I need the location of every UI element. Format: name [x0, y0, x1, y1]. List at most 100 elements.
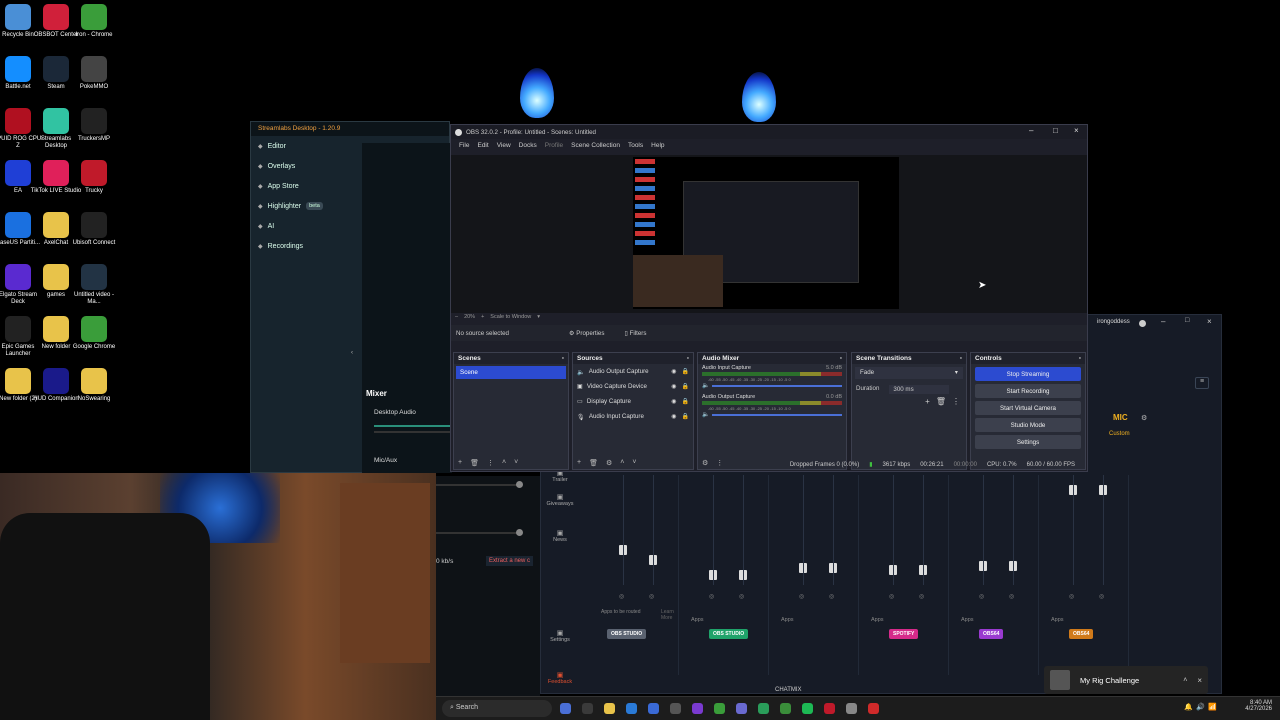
- properties-button[interactable]: ⚙ Properties: [569, 330, 604, 337]
- undock-icon[interactable]: ▫: [687, 355, 689, 362]
- app-tag[interactable]: OBS64: [979, 629, 1004, 639]
- speaker-icon[interactable]: 🔈: [702, 382, 709, 389]
- taskbar-app-icon[interactable]: [868, 703, 879, 714]
- taskbar-app-icon[interactable]: [802, 703, 813, 714]
- taskbar-app-icon[interactable]: [648, 703, 659, 714]
- desktop-shortcut[interactable]: Google Chrome: [68, 316, 120, 351]
- minimize-button[interactable]: –: [1029, 126, 1033, 135]
- taskbar-app-icon[interactable]: [758, 703, 769, 714]
- source-item[interactable]: 🔈 Audio Output Capture ◉ 🔒: [573, 364, 693, 379]
- control-button[interactable]: Settings: [975, 435, 1081, 449]
- app-tag[interactable]: OBS STUDIO: [607, 629, 647, 639]
- desktop-shortcut[interactable]: PokeMMO: [68, 56, 120, 91]
- mixer-side-item[interactable]: ▣ Giveaways: [541, 493, 579, 507]
- link-icon[interactable]: ◎: [979, 593, 984, 600]
- taskbar-app-icon[interactable]: [560, 703, 571, 714]
- menu-item[interactable]: Profile: [545, 142, 563, 150]
- link-icon[interactable]: ◎: [739, 593, 744, 600]
- menu-icon[interactable]: ≡: [1195, 377, 1209, 389]
- taskbar-search[interactable]: ⌕ Search: [442, 700, 552, 717]
- menu-item[interactable]: Help: [651, 142, 664, 150]
- link-icon[interactable]: ◎: [709, 593, 714, 600]
- desktop-shortcut[interactable]: TruckersMP: [68, 108, 120, 143]
- eye-icon[interactable]: ◉: [671, 368, 676, 375]
- control-button[interactable]: Start Recording: [975, 384, 1081, 398]
- link-icon[interactable]: ◎: [919, 593, 924, 600]
- volume-knob[interactable]: [516, 481, 523, 488]
- mixer-side-item[interactable]: ▣ Feedback: [541, 671, 579, 685]
- link-icon[interactable]: ◎: [1069, 593, 1074, 600]
- volume-slider[interactable]: [436, 532, 520, 534]
- link-icon[interactable]: ◎: [1099, 593, 1104, 600]
- collapse-icon[interactable]: ‹: [351, 350, 353, 356]
- source-item[interactable]: ▣ Video Capture Device ◉ 🔒: [573, 379, 693, 394]
- mixer-side-item[interactable]: ▣ News: [541, 529, 579, 543]
- desktop-audio-slider[interactable]: [374, 431, 450, 433]
- mixer-side-item[interactable]: ▣ Settings: [541, 629, 579, 643]
- speaker-icon[interactable]: 🔈: [702, 411, 709, 418]
- lock-icon[interactable]: 🔒: [682, 368, 689, 375]
- desktop-shortcut[interactable]: Iron - Chrome: [68, 4, 120, 39]
- zoom-in-icon[interactable]: +: [481, 314, 484, 320]
- notification-toast[interactable]: My Rig Challenge ˄ ×: [1044, 666, 1208, 694]
- app-tag[interactable]: SPOTIFY: [889, 629, 919, 639]
- more-icon[interactable]: ⋮: [952, 397, 960, 406]
- source-item[interactable]: 🎙 Audio Input Capture ◉ 🔒: [573, 409, 693, 424]
- source-item[interactable]: ▭ Display Capture ◉ 🔒: [573, 394, 693, 409]
- app-tag[interactable]: OBS64: [1069, 629, 1094, 639]
- tray-icon[interactable]: 🔊: [1196, 703, 1205, 711]
- link-icon[interactable]: ◎: [619, 593, 624, 600]
- preview-canvas[interactable]: [633, 157, 899, 309]
- trash-icon[interactable]: 🗑: [936, 397, 946, 406]
- add-icon[interactable]: +: [925, 397, 930, 406]
- undock-icon[interactable]: ▫: [960, 355, 962, 362]
- minimize-button[interactable]: –: [1161, 317, 1165, 326]
- menu-item[interactable]: Edit: [477, 142, 488, 150]
- lock-icon[interactable]: 🔒: [682, 413, 689, 420]
- undock-icon[interactable]: ▫: [840, 355, 842, 362]
- filters-button[interactable]: ▯ Filters: [624, 330, 646, 337]
- extract-button[interactable]: Extract a new c: [486, 556, 534, 566]
- taskbar-app-icon[interactable]: [626, 703, 637, 714]
- menu-item[interactable]: View: [497, 142, 511, 150]
- taskbar-app-icon[interactable]: [582, 703, 593, 714]
- tray-icon[interactable]: 🔔: [1184, 703, 1193, 711]
- duration-input[interactable]: 300 ms: [889, 385, 950, 394]
- transition-select[interactable]: Fade ▾: [855, 367, 963, 379]
- control-button[interactable]: Start Virtual Camera: [975, 401, 1081, 415]
- eye-icon[interactable]: ◉: [671, 413, 676, 420]
- volume-slider[interactable]: [712, 413, 842, 416]
- undock-icon[interactable]: ▫: [562, 355, 564, 362]
- learn-more-link[interactable]: Learn More: [661, 609, 681, 621]
- close-button[interactable]: ×: [1207, 317, 1212, 326]
- eye-icon[interactable]: ◉: [671, 383, 676, 390]
- maximize-button[interactable]: □: [1185, 317, 1189, 324]
- link-icon[interactable]: ◎: [829, 593, 834, 600]
- link-icon[interactable]: ◎: [889, 593, 894, 600]
- app-tag[interactable]: OBS STUDIO: [709, 629, 749, 639]
- volume-slider[interactable]: [436, 484, 520, 486]
- zoom-out-icon[interactable]: –: [455, 314, 458, 320]
- link-icon[interactable]: ◎: [649, 593, 654, 600]
- lock-icon[interactable]: 🔒: [682, 398, 689, 405]
- link-icon[interactable]: ◎: [799, 593, 804, 600]
- desktop-shortcut[interactable]: Untitled video - Ma...: [68, 264, 120, 306]
- taskbar-app-icon[interactable]: [714, 703, 725, 714]
- control-button[interactable]: Stop Streaming: [975, 367, 1081, 381]
- undock-icon[interactable]: ▫: [1079, 355, 1081, 362]
- close-button[interactable]: ×: [1074, 126, 1079, 135]
- scene-item[interactable]: Scene: [456, 366, 566, 379]
- menu-item[interactable]: File: [459, 142, 469, 150]
- menu-item[interactable]: Scene Collection: [571, 142, 620, 150]
- eye-icon[interactable]: ◉: [671, 398, 676, 405]
- maximize-button[interactable]: □: [1053, 126, 1058, 135]
- chevron-down-icon[interactable]: ▾: [537, 314, 540, 320]
- taskbar-app-icon[interactable]: [604, 703, 615, 714]
- lock-icon[interactable]: 🔒: [682, 383, 689, 390]
- clock[interactable]: 8:40 AM 4/27/2026: [1216, 700, 1272, 712]
- menu-item[interactable]: Tools: [628, 142, 643, 150]
- link-icon[interactable]: ◎: [1009, 593, 1014, 600]
- taskbar-app-icon[interactable]: [670, 703, 681, 714]
- menu-item[interactable]: Docks: [519, 142, 537, 150]
- volume-knob[interactable]: [516, 529, 523, 536]
